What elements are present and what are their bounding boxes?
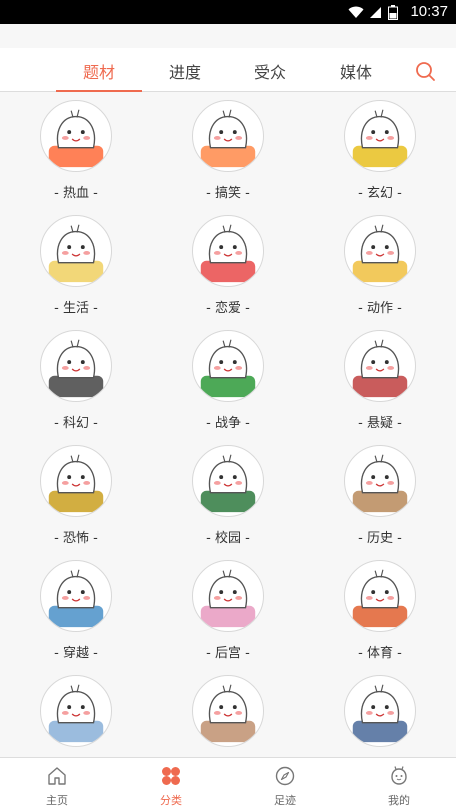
category-item[interactable] (152, 667, 304, 757)
status-bar: 10:37 (0, 0, 456, 24)
category-mascot-icon (344, 215, 416, 287)
tab-label: 受众 (253, 63, 286, 82)
category-label: - 玄幻 - (358, 186, 402, 201)
category-label: - 体育 - (358, 646, 402, 661)
tab-theme[interactable]: 题材 (56, 59, 142, 92)
category-mascot-icon (344, 445, 416, 517)
tab-audience[interactable]: 受众 (227, 59, 313, 83)
nav-category[interactable]: 分类 (114, 758, 228, 811)
status-icons (348, 5, 398, 20)
category-mascot-icon (40, 675, 112, 747)
profile-icon (391, 766, 407, 785)
nav-label: 足迹 (274, 794, 296, 807)
bottom-navigation: 主页 分类 足迹 我的 (0, 757, 456, 811)
tab-progress[interactable]: 进度 (142, 59, 228, 83)
category-label: - 科幻 - (54, 416, 98, 431)
category-mascot-icon (192, 100, 264, 172)
category-grid: - 热血 - - 搞笑 - - 玄幻 - - 生活 - - 恋爱 - - 动作 - - 科幻… (0, 92, 456, 757)
clock: 10:37 (410, 3, 448, 20)
category-label: - 战争 - (206, 416, 250, 431)
category-item[interactable]: - 搞笑 - (152, 92, 304, 207)
category-label: - 动作 - (358, 301, 402, 316)
nav-home[interactable]: 主页 (0, 758, 114, 811)
category-item[interactable]: - 玄幻 - (304, 92, 456, 207)
nav-label: 分类 (160, 794, 182, 807)
category-label: - 悬疑 - (358, 416, 402, 431)
category-label: - 历史 - (358, 531, 402, 546)
category-label: - 恐怖 - (54, 531, 98, 546)
category-mascot-icon (344, 560, 416, 632)
nav-footprint[interactable]: 足迹 (228, 758, 342, 811)
category-mascot-icon (192, 675, 264, 747)
category-mascot-icon (192, 445, 264, 517)
category-label: - 热血 - (54, 186, 98, 201)
tab-media[interactable]: 媒体 (313, 59, 399, 83)
header-spacer (0, 24, 456, 48)
category-item[interactable]: - 恋爱 - (152, 207, 304, 322)
category-mascot-icon (40, 330, 112, 402)
category-item[interactable]: - 校园 - (152, 437, 304, 552)
wifi-icon (348, 6, 364, 18)
category-label: - 搞笑 - (206, 186, 250, 201)
category-label: - 穿越 - (54, 646, 98, 661)
category-item[interactable]: - 恐怖 - (0, 437, 152, 552)
category-mascot-icon (344, 100, 416, 172)
category-item[interactable]: - 悬疑 - (304, 322, 456, 437)
category-icon (162, 767, 180, 785)
home-icon (48, 767, 66, 785)
filter-tabs: 题材 进度 受众 媒体 (0, 48, 456, 92)
tab-label: 媒体 (339, 63, 372, 82)
category-item[interactable]: - 生活 - (0, 207, 152, 322)
compass-icon (275, 766, 295, 786)
category-label: - 生活 - (54, 301, 98, 316)
category-item[interactable]: - 动作 - (304, 207, 456, 322)
nav-profile[interactable]: 我的 (342, 758, 456, 811)
category-item[interactable] (0, 667, 152, 757)
cellular-icon (370, 7, 381, 18)
search-icon[interactable] (414, 60, 436, 82)
category-item[interactable]: - 体育 - (304, 552, 456, 667)
category-label: - 恋爱 - (206, 301, 250, 316)
category-label: - 后宫 - (206, 646, 250, 661)
category-item[interactable] (304, 667, 456, 757)
category-mascot-icon (344, 330, 416, 402)
category-item[interactable]: - 热血 - (0, 92, 152, 207)
battery-icon (388, 5, 398, 20)
tab-label: 进度 (168, 63, 201, 82)
category-mascot-icon (40, 445, 112, 517)
category-item[interactable]: - 后宫 - (152, 552, 304, 667)
category-item[interactable]: - 科幻 - (0, 322, 152, 437)
category-mascot-icon (40, 560, 112, 632)
category-item[interactable]: - 战争 - (152, 322, 304, 437)
category-mascot-icon (40, 215, 112, 287)
nav-label: 主页 (46, 794, 68, 807)
tab-label: 题材 (82, 63, 115, 82)
category-mascot-icon (40, 100, 112, 172)
nav-label: 我的 (388, 794, 410, 807)
category-item[interactable]: - 历史 - (304, 437, 456, 552)
category-mascot-icon (192, 215, 264, 287)
category-mascot-icon (192, 330, 264, 402)
category-mascot-icon (344, 675, 416, 747)
category-item[interactable]: - 穿越 - (0, 552, 152, 667)
category-mascot-icon (192, 560, 264, 632)
category-label: - 校园 - (206, 531, 250, 546)
